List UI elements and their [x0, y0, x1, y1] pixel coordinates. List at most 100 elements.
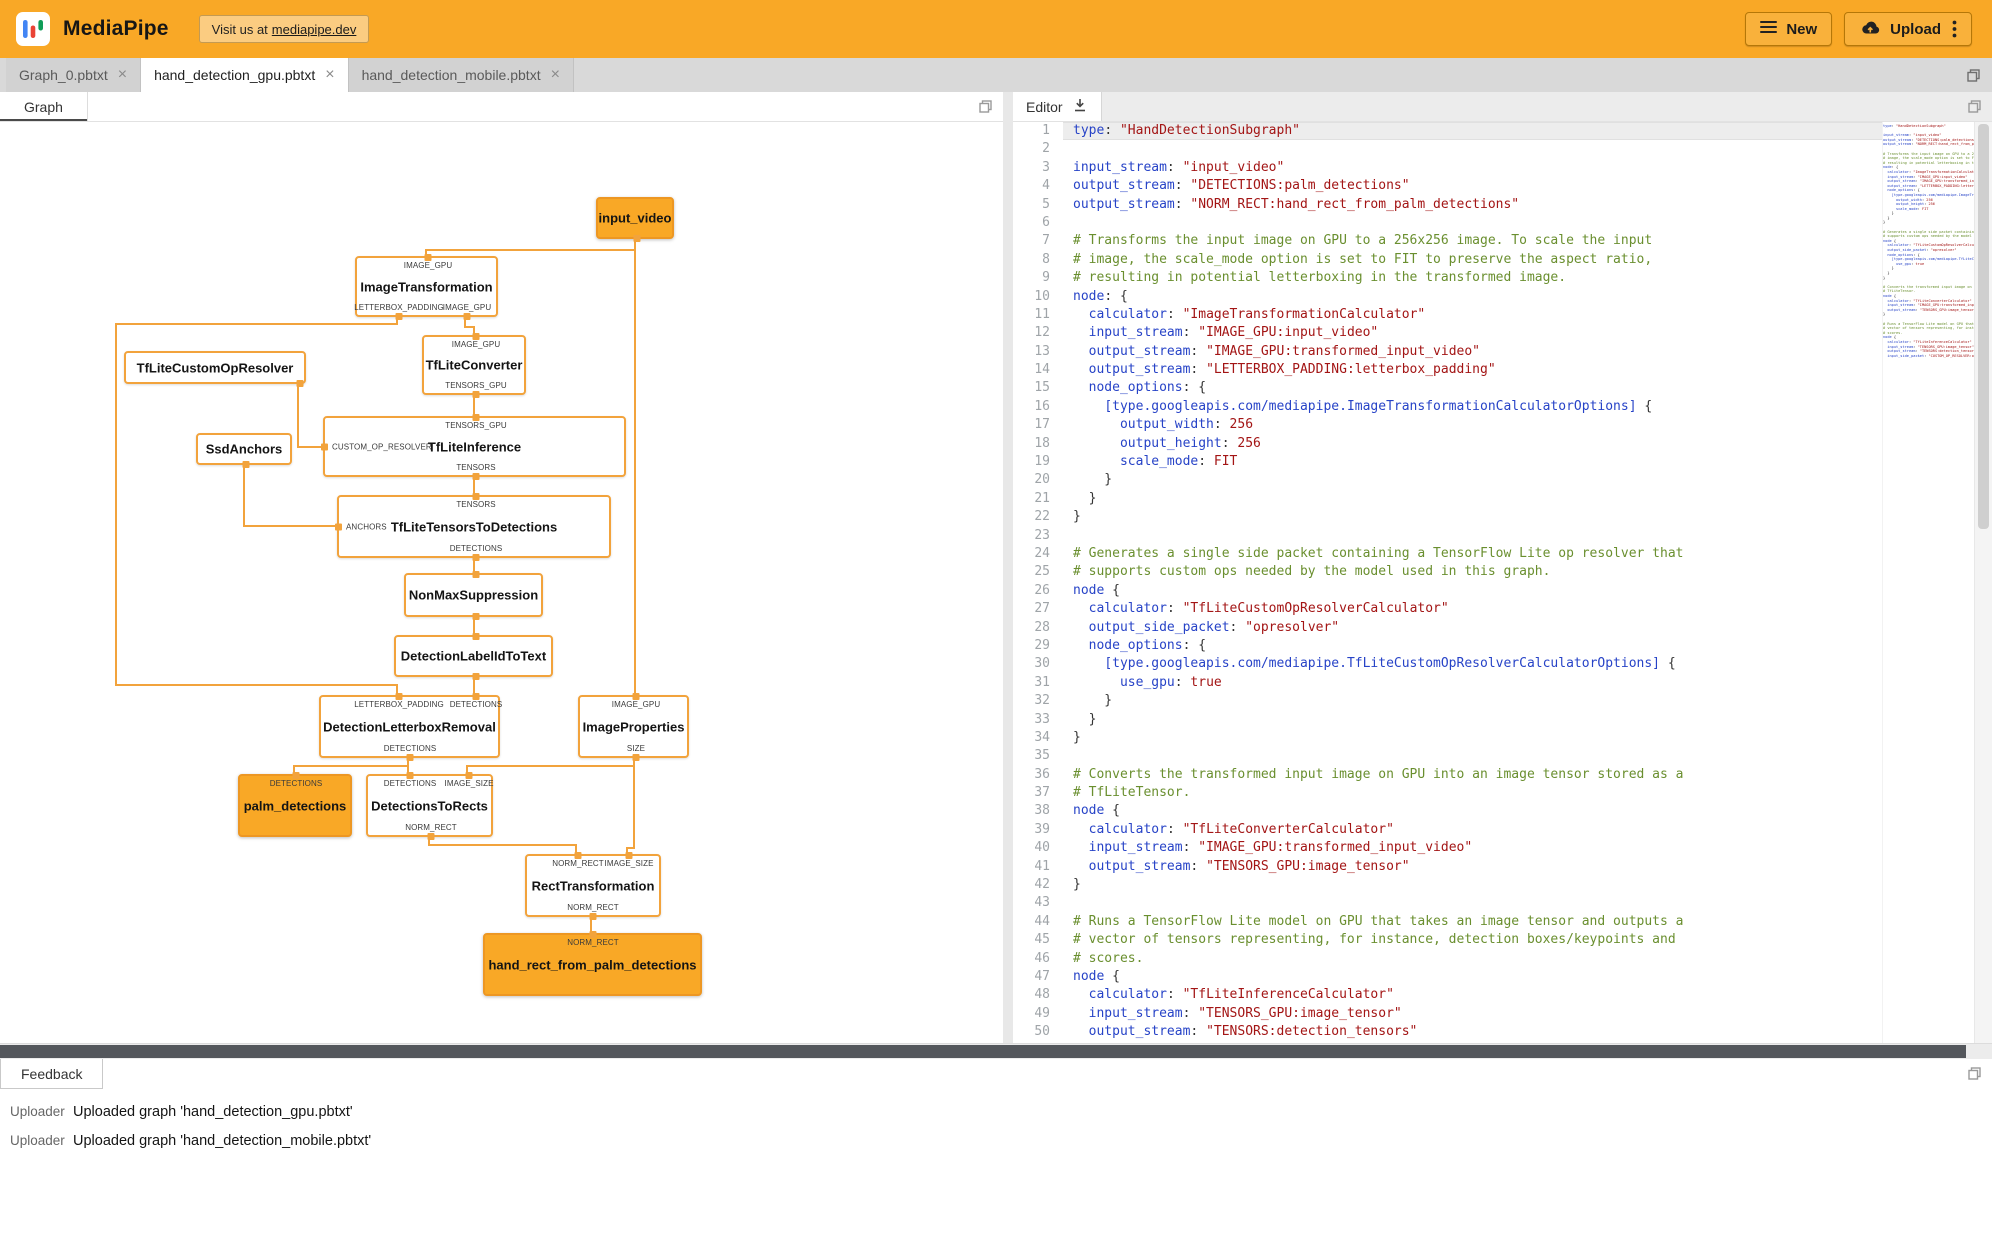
- line-number: 29: [1034, 637, 1050, 653]
- code-line[interactable]: node {: [1063, 802, 1882, 820]
- code-line[interactable]: node: {: [1063, 288, 1882, 306]
- graph-node-TfLiteInference[interactable]: TfLiteInference TENSORS_GPU TENSORS CUSTOM_…: [320, 413, 626, 480]
- graph-node-DetectionsToRects[interactable]: DetectionsToRects DETECTIONS IMAGE_SIZE NOR…: [366, 771, 493, 840]
- file-tab-hand_detection_gpu.pbtxt[interactable]: hand_detection_gpu.pbtxt ×: [141, 58, 349, 92]
- scrollbar-thumb[interactable]: [1978, 124, 1989, 530]
- code-line[interactable]: # scores.: [1063, 950, 1882, 968]
- code-line[interactable]: [1063, 214, 1882, 232]
- graph-node-ImageProperties[interactable]: ImageProperties IMAGE_GPU SIZE: [578, 692, 689, 761]
- tab-close-icon[interactable]: ×: [551, 67, 560, 83]
- code-line[interactable]: # TfLiteTensor.: [1063, 784, 1882, 802]
- tab-graph[interactable]: Graph: [0, 92, 88, 121]
- code-line[interactable]: # Generates a single side packet contain…: [1063, 545, 1882, 563]
- code-line[interactable]: input_stream: "IMAGE_GPU:input_video": [1063, 324, 1882, 342]
- popout-icon[interactable]: [1968, 1067, 1981, 1080]
- code-line[interactable]: use_gpu: true: [1063, 674, 1882, 692]
- code-line[interactable]: # image, the scale_mode option is set to…: [1063, 251, 1882, 269]
- code-line[interactable]: [1063, 747, 1882, 765]
- code-line[interactable]: calculator: "TfLiteConverterCalculator": [1063, 821, 1882, 839]
- graph-node-input_video[interactable]: input_video: [596, 197, 674, 242]
- new-button[interactable]: New: [1745, 12, 1833, 46]
- kebab-menu-icon[interactable]: [1952, 20, 1957, 38]
- line-number: 6: [1042, 214, 1050, 230]
- graph-port: [395, 692, 403, 700]
- code-line[interactable]: calculator: "TfLiteInferenceCalculator": [1063, 986, 1882, 1004]
- code-line[interactable]: }: [1063, 508, 1882, 526]
- tab-close-icon[interactable]: ×: [325, 67, 334, 83]
- code-lines[interactable]: 1 type: "HandDetectionSubgraph" 2 3 input_st…: [1013, 122, 1882, 1043]
- graph-node-palm_detections[interactable]: palm_detections DETECTIONS: [238, 771, 352, 837]
- code-line[interactable]: [1063, 527, 1882, 545]
- download-icon[interactable]: [1072, 97, 1088, 116]
- horizontal-scrollbar[interactable]: [0, 1043, 1992, 1059]
- code-line[interactable]: input_stream: "input_video": [1063, 159, 1882, 177]
- editor-minimap[interactable]: type: "HandDetectionSubgraph" input_strea…: [1882, 122, 1974, 1043]
- line-number: 30: [1034, 656, 1050, 672]
- code-line[interactable]: node_options: {: [1063, 379, 1882, 397]
- graph-node-DetectionLabelIdToText[interactable]: DetectionLabelIdToText: [394, 632, 553, 680]
- graph-node-DetectionLetterboxRemoval[interactable]: DetectionLetterboxRemoval LETTERBOX_PADDI…: [319, 692, 502, 761]
- code-line[interactable]: output_stream: "TENSORS_GPU:image_tensor…: [1063, 858, 1882, 876]
- upload-button[interactable]: Upload: [1844, 12, 1972, 46]
- code-line[interactable]: }: [1063, 692, 1882, 710]
- code-line[interactable]: output_stream: "DETECTIONS:palm_detectio…: [1063, 177, 1882, 195]
- code-line[interactable]: type: "HandDetectionSubgraph": [1063, 122, 1882, 141]
- code-line[interactable]: [1063, 140, 1882, 158]
- line-number: 17: [1034, 417, 1050, 433]
- graph-node-ImageTransformation[interactable]: ImageTransformation IMAGE_GPU LETTERBOX_PA…: [354, 253, 498, 320]
- code-line[interactable]: output_stream: "LETTERBOX_PADDING:letter…: [1063, 361, 1882, 379]
- code-line[interactable]: node_options: {: [1063, 637, 1882, 655]
- code-line[interactable]: calculator: "ImageTransformationCalculat…: [1063, 306, 1882, 324]
- code-line[interactable]: # Runs a TensorFlow Lite model on GPU th…: [1063, 913, 1882, 931]
- code-line[interactable]: # vector of tensors representing, for in…: [1063, 931, 1882, 949]
- file-tab-hand_detection_mobile.pbtxt[interactable]: hand_detection_mobile.pbtxt ×: [348, 58, 574, 92]
- graph-node-SsdAnchors[interactable]: SsdAnchors: [196, 433, 292, 468]
- code-line[interactable]: output_width: 256: [1063, 416, 1882, 434]
- code-line[interactable]: node {: [1063, 968, 1882, 986]
- code-line[interactable]: scale_mode: FIT: [1063, 453, 1882, 471]
- code-line[interactable]: node {: [1063, 582, 1882, 600]
- code-line[interactable]: # Converts the transformed input image o…: [1063, 766, 1882, 784]
- code-line[interactable]: output_stream: "NORM_RECT:hand_rect_from…: [1063, 196, 1882, 214]
- code-line[interactable]: }: [1063, 471, 1882, 489]
- code-line[interactable]: [type.googleapis.com/mediapipe.ImageTran…: [1063, 398, 1882, 416]
- graph-node-RectTransformation[interactable]: RectTransformation NORM_RECT IMAGE_SIZE NOR…: [525, 851, 661, 920]
- tab-editor[interactable]: Editor: [1013, 92, 1102, 121]
- tab-feedback[interactable]: Feedback: [0, 1059, 104, 1089]
- graph-canvas[interactable]: input_video ImageTransformation IMAGE_GPU L…: [0, 122, 1003, 1043]
- code-line[interactable]: output_side_packet: "opresolver": [1063, 619, 1882, 637]
- code-line[interactable]: output_height: 256: [1063, 435, 1882, 453]
- line-number: 41: [1034, 858, 1050, 874]
- code-line[interactable]: output_stream: "TENSORS:detection_tensor…: [1063, 1023, 1882, 1041]
- popout-icon[interactable]: [1967, 68, 1980, 82]
- code-line[interactable]: input_stream: "TENSORS_GPU:image_tensor": [1063, 1005, 1882, 1023]
- code-line[interactable]: [1063, 894, 1882, 912]
- code-line[interactable]: # supports custom ops needed by the mode…: [1063, 563, 1882, 581]
- tab-close-icon[interactable]: ×: [118, 67, 127, 83]
- editor-vertical-scrollbar[interactable]: [1974, 122, 1992, 1043]
- file-tab-Graph_0.pbtxt[interactable]: Graph_0.pbtxt ×: [6, 58, 142, 92]
- popout-icon[interactable]: [1968, 100, 1981, 113]
- graph-node-TfLiteConverter[interactable]: TfLiteConverter IMAGE_GPU TENSORS_GPU: [422, 332, 526, 398]
- code-line[interactable]: }: [1063, 490, 1882, 508]
- code-line[interactable]: calculator: "TfLiteCustomOpResolverCalcu…: [1063, 600, 1882, 618]
- code-line[interactable]: [type.googleapis.com/mediapipe.TfLiteCus…: [1063, 655, 1882, 673]
- graph-node-NonMaxSuppression[interactable]: NonMaxSuppression: [404, 570, 543, 620]
- graph-node-hand_rect_from_palm_detections[interactable]: hand_rect_from_palm_detections NORM_RECT: [483, 930, 702, 996]
- graph-node-TfLiteCustomOpResolver[interactable]: TfLiteCustomOpResolver: [124, 351, 306, 387]
- code-line[interactable]: output_stream: "IMAGE_GPU:transformed_in…: [1063, 343, 1882, 361]
- scrollbar-thumb[interactable]: [0, 1045, 1966, 1058]
- graph-node-TfLiteTensorsToDetections[interactable]: TfLiteTensorsToDetections TENSORS DETECTIO…: [334, 492, 611, 561]
- popout-icon[interactable]: [979, 100, 992, 113]
- code-line[interactable]: }: [1063, 711, 1882, 729]
- code-line[interactable]: }: [1063, 876, 1882, 894]
- code-line[interactable]: # resulting in potential letterboxing in…: [1063, 269, 1882, 287]
- graph-port: [424, 253, 432, 261]
- code-line[interactable]: # Transforms the input image on GPU to a…: [1063, 232, 1882, 250]
- code-line[interactable]: input_stream: "IMAGE_GPU:transformed_inp…: [1063, 839, 1882, 857]
- code-row: 5 output_stream: "NORM_RECT:hand_rect_fro…: [1013, 196, 1882, 214]
- code-editor[interactable]: 1 type: "HandDetectionSubgraph" 2 3 input_st…: [1013, 122, 1992, 1043]
- graph-port: [320, 443, 328, 450]
- mediapipe-dev-link[interactable]: mediapipe.dev: [272, 22, 357, 37]
- code-line[interactable]: }: [1063, 729, 1882, 747]
